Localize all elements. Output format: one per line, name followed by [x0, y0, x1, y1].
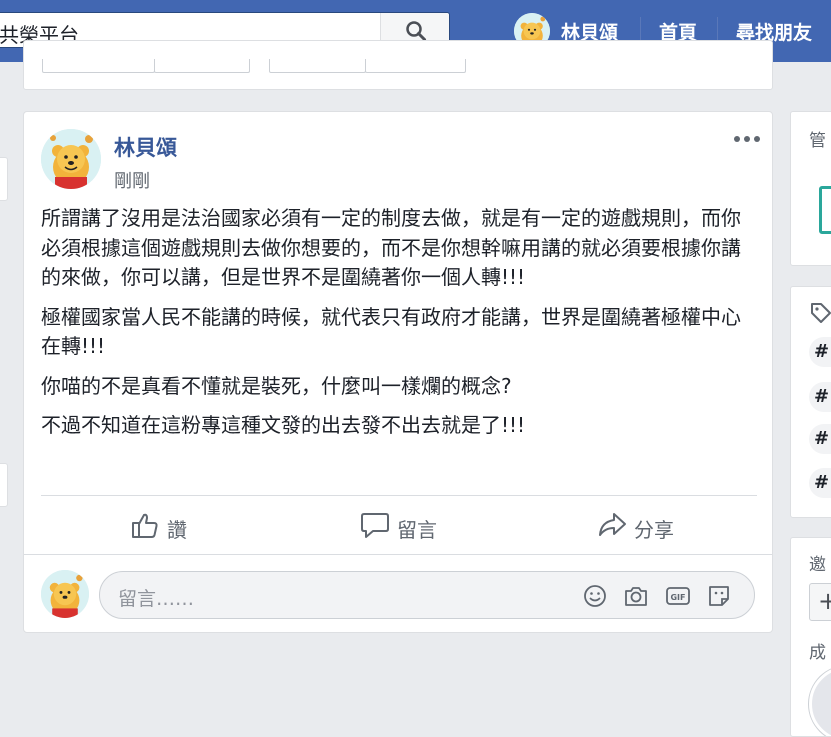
previous-card-button[interactable]: [42, 59, 155, 73]
like-label: 讚: [167, 518, 187, 542]
tag-pill[interactable]: #: [809, 468, 831, 498]
post-paragraph: 極權國家當人民不能講的時候，就代表只有政府才能講，世界是圍繞著極權中心在轉!!!: [41, 304, 741, 359]
post-author-avatar[interactable]: [41, 129, 101, 189]
left-sidebar-card: [0, 463, 8, 507]
comment-placeholder: 留言……: [118, 588, 195, 610]
comment-input[interactable]: 留言…… GIF: [99, 571, 755, 619]
winnie-pooh-avatar-icon: [41, 129, 101, 189]
emoji-icon[interactable]: [582, 583, 608, 609]
search-icon: [406, 21, 426, 41]
member-avatar[interactable]: [809, 666, 831, 736]
right-rail-manage-card: 管: [790, 111, 831, 266]
tag-icon: [811, 303, 831, 323]
post-paragraph: 你喵的不是真看不懂就是裝死，什麼叫一樣爛的概念?: [41, 373, 512, 398]
more-dot-icon: [734, 136, 740, 142]
gif-icon[interactable]: GIF: [665, 583, 691, 609]
tag-text: #: [814, 472, 830, 493]
plus-icon: +: [818, 587, 831, 615]
tag-text: #: [814, 428, 830, 449]
comment-icon: [361, 513, 389, 538]
manage-thumbnail[interactable]: [819, 186, 831, 234]
sticker-icon[interactable]: [706, 583, 732, 609]
comment-label: 留言: [397, 518, 437, 542]
member-label: 成: [809, 643, 826, 663]
more-options-button[interactable]: [734, 132, 762, 146]
previous-card-button[interactable]: [365, 59, 466, 73]
winnie-pooh-avatar-icon: [41, 570, 89, 618]
commenter-avatar[interactable]: [41, 570, 89, 618]
post-author-name[interactable]: 林貝頌: [114, 132, 177, 162]
share-button[interactable]: 分享: [597, 510, 707, 544]
tag-text: #: [814, 386, 830, 407]
tag-pill[interactable]: #: [809, 337, 831, 367]
invite-label: 邀: [809, 555, 826, 575]
right-rail-tags-card: # # # #: [790, 286, 831, 518]
post-divider: [41, 495, 757, 496]
like-button[interactable]: 讚: [130, 510, 210, 544]
post-text: 所謂講了沒用是法治國家必須有一定的制度去做，就是有一定的遊戲規則，而你必須根據這…: [41, 204, 757, 451]
comment-button[interactable]: 留言: [360, 510, 470, 544]
post-timestamp[interactable]: 剛剛: [114, 167, 150, 193]
post-card: 林貝頌 剛剛 所謂講了沒用是法治國家必須有一定的制度去做，就是有一定的遊戲規則，…: [23, 111, 773, 633]
manage-label: 管: [809, 131, 826, 151]
right-rail-invite-card: 邀 + 成: [790, 537, 831, 737]
invite-add-button[interactable]: +: [809, 583, 831, 621]
tag-text: #: [814, 341, 830, 362]
thumbs-up-icon: [132, 513, 158, 538]
more-dot-icon: [754, 136, 760, 142]
previous-card-button[interactable]: [269, 59, 366, 73]
tag-pill[interactable]: #: [809, 424, 831, 454]
previous-card-button[interactable]: [154, 59, 250, 73]
tag-pill[interactable]: #: [809, 382, 831, 412]
svg-text:GIF: GIF: [670, 593, 685, 602]
post-paragraph: 所謂講了沒用是法治國家必須有一定的制度去做，就是有一定的遊戲規則，而你必須根據這…: [41, 206, 741, 289]
left-sidebar-card: [0, 157, 8, 201]
post-paragraph: 不過不知道在這粉專這種文發的出去發不出去就是了!!!: [41, 413, 526, 437]
share-icon: [599, 513, 626, 536]
comment-divider: [24, 554, 772, 555]
share-label: 分享: [634, 518, 674, 542]
more-dot-icon: [744, 136, 750, 142]
previous-post-card: [23, 40, 773, 90]
camera-icon[interactable]: [623, 583, 649, 609]
